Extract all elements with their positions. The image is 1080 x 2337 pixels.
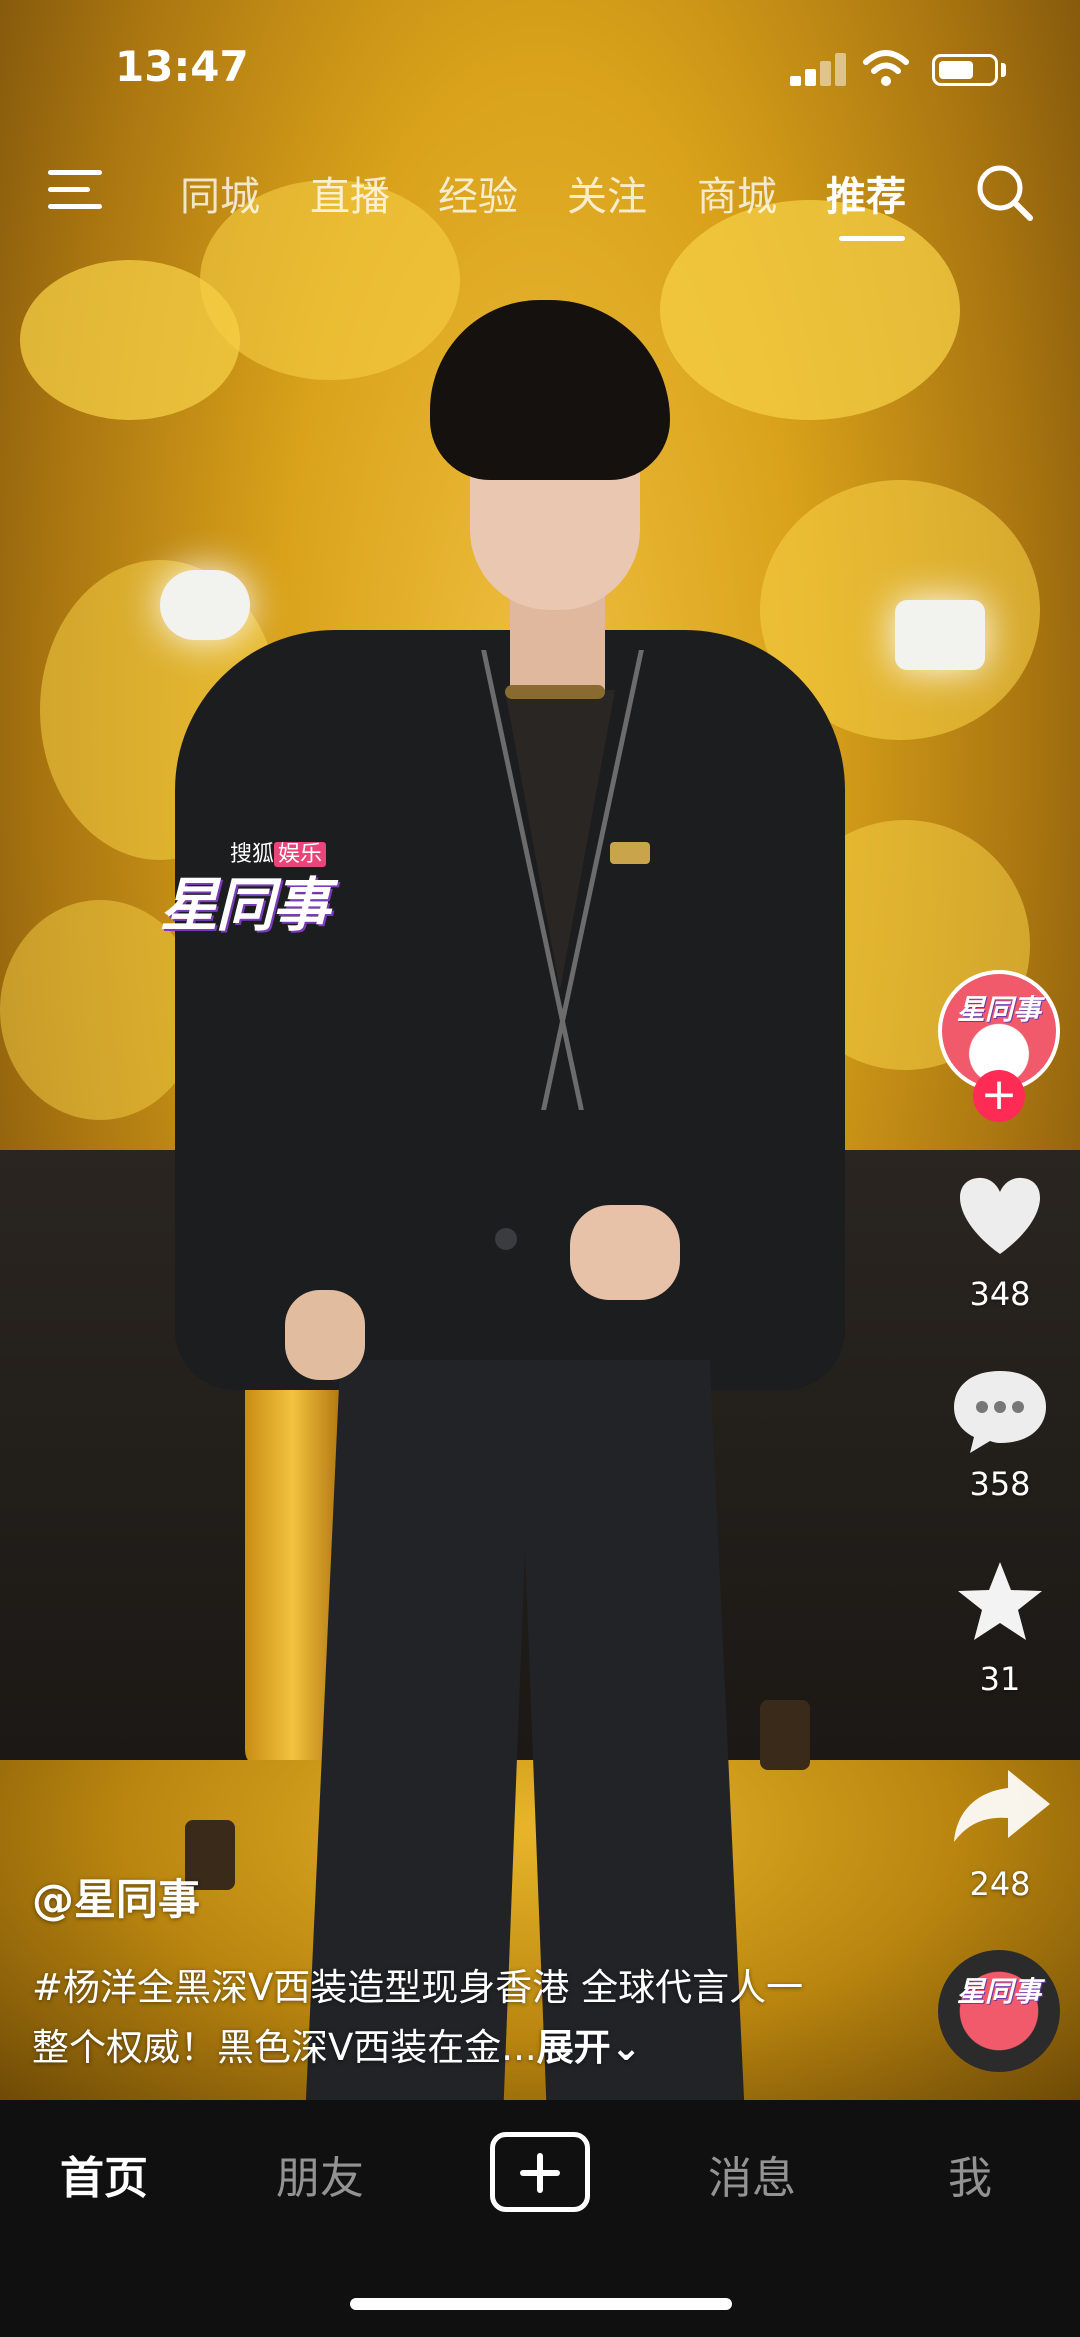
search-icon[interactable] <box>974 162 1036 224</box>
active-tab-indicator <box>839 236 905 241</box>
menu-icon[interactable] <box>48 168 102 212</box>
home-indicator[interactable] <box>350 2298 732 2310</box>
tab-recommend[interactable]: 推荐 <box>826 164 906 222</box>
status-time: 13:47 <box>115 42 249 91</box>
bottom-nav: 首页 朋友 消息 我 <box>0 2100 1080 2337</box>
author-name[interactable]: @星同事 <box>32 1866 200 1927</box>
comment-icon[interactable] <box>930 1365 1070 1455</box>
like-heart-icon[interactable] <box>930 1170 1070 1260</box>
top-nav: 同城 直播 经验 关注 商城 推荐 <box>0 150 1080 260</box>
video-feed-screen: 搜狐 娱乐 星同事 13:47 同城 直播 经验 关注 商城 推荐 星同事 + … <box>0 0 1080 2337</box>
tab-mall[interactable]: 商城 <box>697 164 777 222</box>
nav-me[interactable]: 我 <box>948 2142 992 2206</box>
favorite-star-icon[interactable] <box>930 1558 1070 1648</box>
description-text: #杨洋全黑深V西装造型现身香港 全球代言人一整个权威！黑色深V西装在金... <box>32 1966 804 2069</box>
share-icon[interactable] <box>930 1760 1070 1850</box>
tab-experience[interactable]: 经验 <box>438 164 518 222</box>
like-count: 348 <box>969 1275 1031 1313</box>
music-disc-icon[interactable]: 星同事 <box>938 1950 1060 2072</box>
video-subject <box>0 0 1080 2100</box>
share-count: 248 <box>969 1865 1031 1903</box>
status-bar: 13:47 <box>0 0 1080 140</box>
tab-following[interactable]: 关注 <box>567 164 647 222</box>
expand-link[interactable]: 展开 <box>537 2026 611 2069</box>
nav-friends[interactable]: 朋友 <box>276 2142 364 2206</box>
comment-count: 358 <box>969 1465 1031 1503</box>
follow-button[interactable]: + <box>973 1070 1025 1122</box>
nav-home[interactable]: 首页 <box>60 2142 148 2206</box>
nav-messages[interactable]: 消息 <box>708 2142 796 2206</box>
video-player[interactable]: 搜狐 娱乐 星同事 <box>0 0 1080 2100</box>
chevron-down-icon[interactable]: ⌄ <box>611 2026 642 2069</box>
tab-live[interactable]: 直播 <box>310 164 390 222</box>
battery-icon <box>932 54 998 86</box>
favorite-count: 31 <box>979 1660 1021 1698</box>
video-description: #杨洋全黑深V西装造型现身香港 全球代言人一整个权威！黑色深V西装在金...展开… <box>32 1958 822 2078</box>
tab-same-city[interactable]: 同城 <box>180 164 260 222</box>
create-post-button[interactable] <box>490 2132 590 2212</box>
cellular-signal-icon <box>790 52 850 86</box>
wifi-icon <box>863 50 909 86</box>
